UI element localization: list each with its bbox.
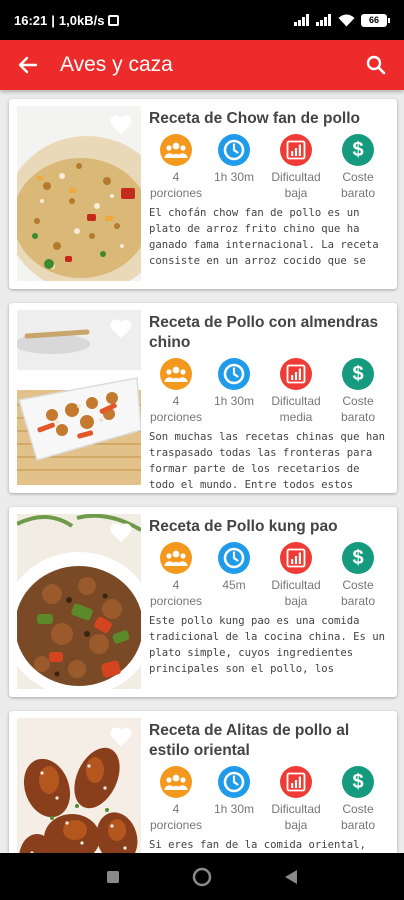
- recipe-stats: 4 porciones 1h 30m Dificultad baja $ Cos…: [149, 766, 391, 833]
- status-speed: 1,0kB/s: [58, 12, 105, 28]
- dollar-icon: $: [342, 542, 374, 574]
- stat-difficulty: Dificultad baja: [265, 134, 327, 201]
- wifi-icon: [338, 14, 355, 26]
- recipe-title: Receta de Chow fan de pollo: [149, 110, 360, 127]
- dollar-icon: $: [342, 134, 374, 166]
- back-button[interactable]: [0, 40, 56, 90]
- stat-time: 1h 30m: [203, 766, 265, 833]
- stat-portions-label: 4 porciones: [149, 394, 203, 424]
- recipe-description: Si eres fan de la comida oriental, segur…: [149, 839, 366, 851]
- stat-time: 45m: [203, 542, 265, 609]
- stat-portions: 4 porciones: [149, 134, 203, 201]
- people-icon: [160, 542, 192, 574]
- arrow-back-icon: [18, 56, 38, 74]
- search-icon: [366, 55, 386, 75]
- stat-portions: 4 porciones: [149, 542, 203, 609]
- stat-portions: 4 porciones: [149, 358, 203, 425]
- recents-icon[interactable]: [106, 870, 120, 884]
- stat-cost: $ Coste barato: [327, 358, 389, 425]
- recipe-stats: 4 porciones 1h 30m Dificultad baja $ Cos…: [149, 134, 391, 201]
- search-button[interactable]: [348, 40, 404, 90]
- stat-difficulty: Dificultad baja: [265, 542, 327, 609]
- stat-time: 1h 30m: [203, 134, 265, 201]
- stat-cost: $ Coste barato: [327, 766, 389, 833]
- stat-difficulty-label: Dificultad baja: [271, 802, 321, 832]
- stat-difficulty: Dificultad media: [265, 358, 327, 425]
- stat-cost-label: Coste barato: [340, 394, 376, 424]
- back-nav-icon[interactable]: [284, 869, 298, 885]
- recipe-title: Receta de Pollo con almendras chino: [149, 314, 379, 351]
- clock-icon: [218, 766, 250, 798]
- people-icon: [160, 134, 192, 166]
- recipe-description: El chofán chow fan de pollo es un plato …: [149, 207, 379, 267]
- status-right: 66: [294, 13, 390, 27]
- dollar-icon: $: [342, 766, 374, 798]
- stat-time-label: 1h 30m: [213, 802, 255, 816]
- stat-time: 1h 30m: [203, 358, 265, 425]
- recipe-stats: 4 porciones 45m Dificultad baja $ Coste …: [149, 542, 391, 609]
- status-left: 16:21 | 1,0kB/s: [14, 12, 120, 28]
- status-separator: |: [51, 12, 55, 28]
- favorite-icon[interactable]: [110, 523, 132, 543]
- dollar-icon: $: [342, 358, 374, 390]
- stat-difficulty: Dificultad baja: [265, 766, 327, 833]
- recipe-image: [17, 718, 141, 853]
- recipe-info: Receta de Pollo kung pao 4 porciones 45m…: [149, 514, 391, 677]
- clock-icon: [218, 542, 250, 574]
- favorite-icon[interactable]: [110, 115, 132, 135]
- stat-cost: $ Coste barato: [327, 134, 389, 201]
- recipe-image: [17, 514, 141, 689]
- stat-time-label: 1h 30m: [213, 170, 255, 184]
- stat-time-label: 45m: [222, 578, 246, 592]
- stat-portions-label: 4 porciones: [149, 170, 203, 200]
- recipe-card[interactable]: Receta de Pollo con almendras chino 4 po…: [9, 303, 397, 493]
- recipe-stats: 4 porciones 1h 30m Dificultad media $ Co…: [149, 358, 391, 425]
- stat-difficulty-label: Dificultad media: [271, 394, 321, 424]
- stat-cost-label: Coste barato: [340, 170, 376, 200]
- recipe-info: Receta de Pollo con almendras chino 4 po…: [149, 310, 391, 493]
- stat-cost-label: Coste barato: [340, 578, 376, 608]
- notification-icon: [108, 14, 120, 26]
- recipe-description: Son muchas las recetas chinas que han tr…: [149, 431, 385, 491]
- signal-icon: [294, 14, 309, 26]
- clock-icon: [218, 134, 250, 166]
- recipe-title: Receta de Alitas de pollo al estilo orie…: [149, 722, 350, 759]
- status-time: 16:21: [14, 12, 48, 28]
- recipe-image: [17, 106, 141, 281]
- stat-time-label: 1h 30m: [213, 394, 255, 408]
- bar-chart-icon: [280, 766, 312, 798]
- people-icon: [160, 358, 192, 390]
- stat-cost-label: Coste barato: [340, 802, 376, 832]
- app-bar: Aves y caza: [0, 40, 404, 90]
- bar-chart-icon: [280, 542, 312, 574]
- battery-icon: 66: [361, 13, 390, 27]
- people-icon: [160, 766, 192, 798]
- recipe-card[interactable]: Receta de Chow fan de pollo 4 porciones …: [9, 99, 397, 289]
- stat-portions: 4 porciones: [149, 766, 203, 833]
- recipe-info: Receta de Alitas de pollo al estilo orie…: [149, 718, 391, 853]
- favorite-icon[interactable]: [110, 727, 132, 747]
- stat-difficulty-label: Dificultad baja: [271, 170, 321, 200]
- recipe-title: Receta de Pollo kung pao: [149, 518, 338, 535]
- battery-level: 66: [361, 13, 387, 27]
- stat-portions-label: 4 porciones: [149, 802, 203, 832]
- recipe-card[interactable]: Receta de Alitas de pollo al estilo orie…: [9, 711, 397, 853]
- stat-difficulty-label: Dificultad baja: [271, 578, 321, 608]
- stat-cost: $ Coste barato: [327, 542, 389, 609]
- clock-icon: [218, 358, 250, 390]
- recipe-description: Este pollo kung pao es una comida tradic…: [149, 615, 385, 675]
- bar-chart-icon: [280, 358, 312, 390]
- page-title: Aves y caza: [60, 53, 173, 76]
- favorite-icon[interactable]: [110, 319, 132, 339]
- recipe-image: [17, 310, 141, 485]
- recipe-list[interactable]: Receta de Chow fan de pollo 4 porciones …: [0, 90, 404, 853]
- signal-icon-2: [316, 14, 331, 26]
- system-nav-bar: [0, 853, 404, 900]
- status-bar: 16:21 | 1,0kB/s 66: [0, 0, 404, 40]
- stat-portions-label: 4 porciones: [149, 578, 203, 608]
- recipe-card[interactable]: Receta de Pollo kung pao 4 porciones 45m…: [9, 507, 397, 697]
- recipe-info: Receta de Chow fan de pollo 4 porciones …: [149, 106, 391, 269]
- bar-chart-icon: [280, 134, 312, 166]
- home-icon[interactable]: [192, 867, 212, 887]
